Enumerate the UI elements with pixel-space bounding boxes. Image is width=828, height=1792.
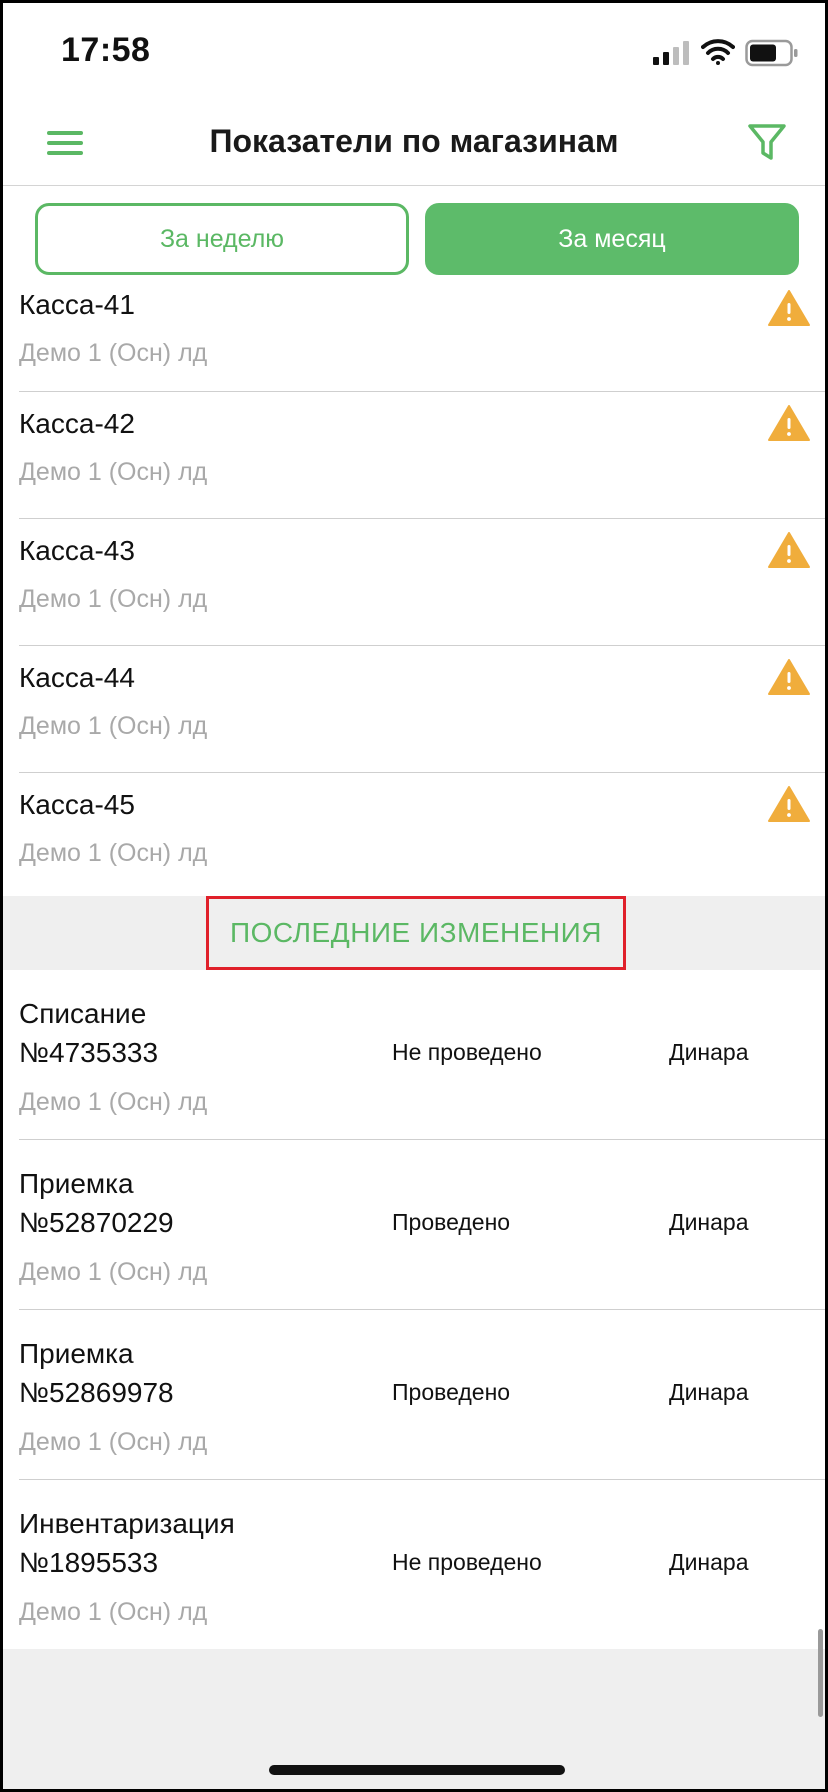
list-item[interactable]: Списание №4735333 Демо 1 (Осн) лд Не про… [19,970,825,1140]
battery-icon [745,39,798,67]
wifi-icon [701,39,735,65]
recent-changes-list: Списание №4735333 Демо 1 (Осн) лд Не про… [3,970,825,1650]
list-item[interactable]: Касса-44 Демо 1 (Осн) лд [19,646,825,773]
kassa-store: Демо 1 (Осн) лд [19,585,208,613]
tab-month[interactable]: За месяц [425,203,799,275]
tab-week[interactable]: За неделю [35,203,409,275]
warning-icon [768,405,810,441]
list-item[interactable]: Касса-45 Демо 1 (Осн) лд [19,773,825,900]
warning-icon [768,532,810,568]
hamburger-menu-icon[interactable] [45,125,85,161]
page-title: Показатели по магазинам [209,123,619,159]
warning-icon [768,290,810,326]
document-store: Демо 1 (Осн) лд [19,1088,208,1116]
document-currency: Динара [669,1549,749,1575]
kassa-name: Касса-45 [19,789,135,820]
navigation-bar: Показатели по магазинам [3,103,825,186]
kassa-list: Касса-41 Демо 1 (Осн) лд Касса-42 Демо 1… [3,267,825,900]
status-time: 17:58 [61,31,151,69]
kassa-store: Демо 1 (Осн) лд [19,458,208,486]
section-title: ПОСЛЕДНИЕ ИЗМЕНЕНИЯ [206,896,626,970]
list-item[interactable]: Касса-41 Демо 1 (Осн) лд [19,267,825,392]
document-currency: Динара [669,1379,749,1405]
document-name: Приемка №52869978 [19,1338,174,1408]
document-store: Демо 1 (Осн) лд [19,1258,208,1286]
list-item[interactable]: Касса-42 Демо 1 (Осн) лд [19,392,825,519]
warning-icon [768,659,810,695]
list-item[interactable]: Инвентаризация №1895533 Демо 1 (Осн) лд … [19,1480,825,1650]
kassa-name: Касса-42 [19,408,135,439]
recent-changes-header: ПОСЛЕДНИЕ ИЗМЕНЕНИЯ [3,896,825,970]
document-status: Проведено [392,1209,511,1235]
kassa-name: Касса-43 [19,535,135,566]
document-status: Не проведено [392,1549,542,1575]
cellular-signal-icon [653,41,689,65]
kassa-name: Касса-41 [19,289,135,320]
document-name: Списание №4735333 [19,998,159,1068]
phone-screen: 17:58 Показатели по магазинам За неделю … [0,0,828,1792]
status-bar: 17:58 [3,3,825,103]
document-currency: Динара [669,1039,749,1065]
list-item[interactable]: Приемка №52869978 Демо 1 (Осн) лд Провед… [19,1310,825,1480]
document-status: Не проведено [392,1039,542,1065]
list-item[interactable]: Приемка №52870229 Демо 1 (Осн) лд Провед… [19,1140,825,1310]
scrollbar[interactable] [818,1629,823,1717]
filter-icon[interactable] [747,121,787,163]
kassa-store: Демо 1 (Осн) лд [19,712,208,740]
document-name: Приемка №52870229 [19,1168,174,1238]
warning-icon [768,786,810,822]
document-currency: Динара [669,1209,749,1235]
document-status: Проведено [392,1379,511,1405]
list-item[interactable]: Касса-43 Демо 1 (Осн) лд [19,519,825,646]
kassa-name: Касса-44 [19,662,135,693]
document-store: Демо 1 (Осн) лд [19,1428,208,1456]
kassa-store: Демо 1 (Осн) лд [19,339,208,367]
kassa-store: Демо 1 (Осн) лд [19,839,208,867]
document-store: Демо 1 (Осн) лд [19,1598,208,1626]
document-name: Инвентаризация №1895533 [19,1508,235,1578]
home-indicator[interactable] [269,1765,565,1775]
